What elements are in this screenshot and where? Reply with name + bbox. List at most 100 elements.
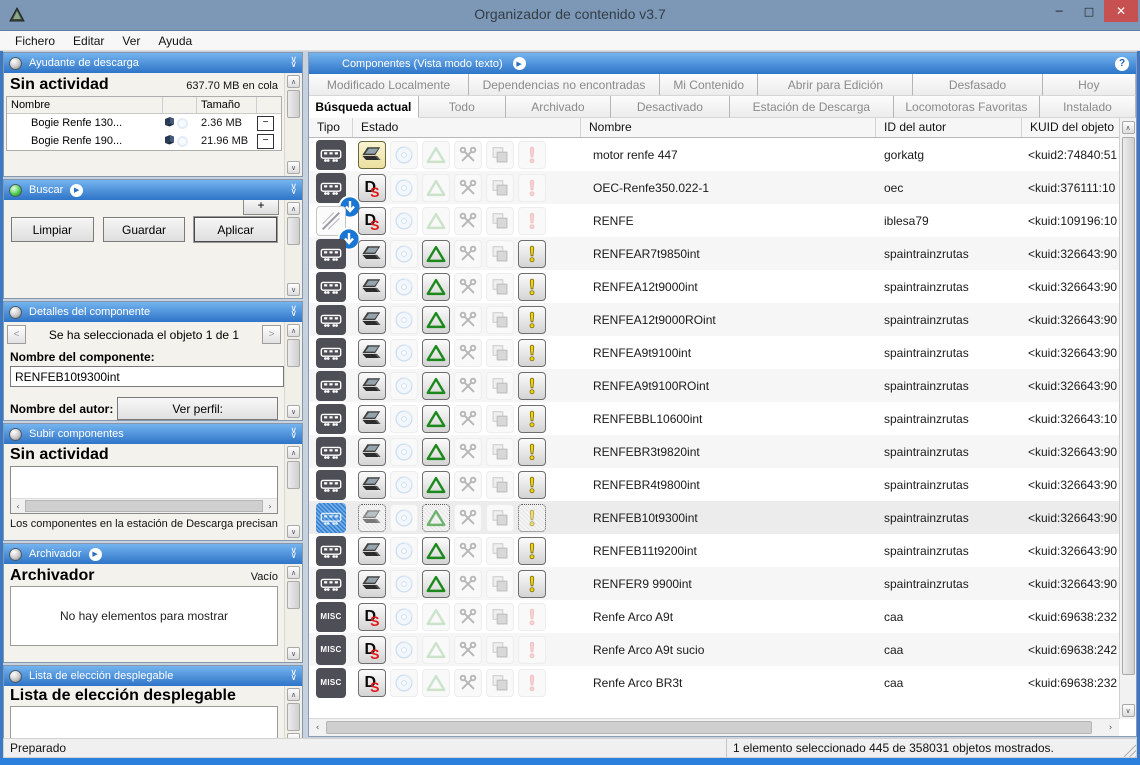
component-name-field[interactable] — [10, 366, 284, 387]
next-object-button[interactable]: > — [262, 325, 281, 344]
panel-dropdown-header[interactable]: Lista de elección desplegable ∨∨ — [4, 666, 302, 686]
view-profile-button[interactable]: Ver perfil: — [117, 397, 278, 420]
search-scrollbar[interactable]: ∧ ∨ — [284, 200, 302, 298]
table-row[interactable]: RENFEB11t9200intspaintrainzrutas<kuid:32… — [309, 534, 1136, 567]
tab-instalado[interactable]: Instalado — [1040, 96, 1136, 118]
scroll-up-icon[interactable]: ∧ — [287, 202, 300, 215]
prev-object-button[interactable]: < — [7, 325, 26, 344]
scroll-down-icon[interactable]: ∨ — [287, 405, 300, 418]
remove-download-button[interactable]: − — [257, 116, 274, 131]
close-button[interactable]: ✕ — [1104, 0, 1138, 22]
maximize-button[interactable]: □ — [1074, 0, 1104, 22]
scroll-thumb[interactable] — [25, 500, 263, 512]
table-row[interactable]: motor renfe 447gorkatg<kuid2:74840:51 — [309, 138, 1136, 171]
table-row[interactable]: DSRENFEiblesa79<kuid:109196:10 — [309, 204, 1136, 237]
scroll-thumb[interactable] — [287, 703, 300, 731]
table-row[interactable]: MISCDSRenfe Arco A9t suciocaa<kuid:69638… — [309, 633, 1136, 666]
tab-desfasado[interactable]: Desfasado — [913, 74, 1042, 96]
details-scrollbar[interactable]: ∧ ∨ — [284, 322, 302, 420]
download-col-size[interactable]: Tamaño — [197, 97, 257, 113]
download-item[interactable]: Bogie Renfe 130...2.36 MB− — [7, 114, 281, 132]
download-scrollbar[interactable]: ∧ ∨ — [284, 73, 302, 176]
tab-mi-contenido[interactable]: Mi Contenido — [660, 74, 759, 96]
table-row[interactable]: RENFEA12t9000ROintspaintrainzrutas<kuid:… — [309, 303, 1136, 336]
scroll-down-icon[interactable]: ∨ — [287, 161, 300, 174]
scroll-thumb[interactable] — [287, 90, 300, 118]
play-icon[interactable]: ▶ — [513, 57, 526, 70]
table-row[interactable]: RENFEBBL10600intspaintrainzrutas<kuid:32… — [309, 402, 1136, 435]
collapse-icon[interactable]: ∨∨ — [290, 549, 297, 559]
menu-item-fichero[interactable]: Fichero — [6, 32, 64, 50]
scroll-thumb[interactable] — [1122, 137, 1135, 675]
table-row[interactable]: RENFEAR7t9850intspaintrainzrutas<kuid:32… — [309, 237, 1136, 270]
panel-archiver-header[interactable]: Archivador ▶ ∨∨ — [4, 544, 302, 564]
collapse-icon[interactable]: ∨∨ — [290, 185, 297, 195]
scroll-left-icon[interactable]: ‹ — [11, 502, 25, 511]
menu-item-ver[interactable]: Ver — [113, 32, 149, 50]
remove-download-button[interactable]: − — [257, 134, 274, 149]
scroll-up-icon[interactable]: ∧ — [287, 688, 300, 701]
table-row[interactable]: DSOEC-Renfe350.022-1oec<kuid:376111:10 — [309, 171, 1136, 204]
table-hscrollbar[interactable]: ‹ › — [309, 718, 1136, 736]
upload-hscrollbar[interactable]: ‹ › — [11, 498, 277, 513]
tab-archivado[interactable]: Archivado — [506, 96, 611, 118]
guardar-button[interactable]: Guardar — [103, 217, 186, 242]
menu-item-editar[interactable]: Editar — [64, 32, 113, 50]
table-row[interactable]: MISCDSRenfe Arco A9tcaa<kuid:69638:232 — [309, 600, 1136, 633]
collapse-icon[interactable]: ∨∨ — [290, 58, 297, 68]
table-row[interactable]: RENFEB10t9300intspaintrainzrutas<kuid:32… — [309, 501, 1136, 534]
table-row[interactable]: RENFEA9t9100intspaintrainzrutas<kuid:326… — [309, 336, 1136, 369]
scroll-thumb[interactable] — [287, 339, 300, 367]
collapse-icon[interactable]: ∨∨ — [290, 429, 297, 439]
aplicar-button[interactable]: Aplicar — [194, 217, 277, 242]
scroll-up-icon[interactable]: ∧ — [287, 324, 300, 337]
column-header-tipo[interactable]: Tipo — [309, 118, 353, 137]
column-header-id-del-autor[interactable]: ID del autor — [876, 118, 1022, 137]
tab-todo[interactable]: Todo — [419, 96, 506, 118]
tab-locomotoras-favoritas[interactable]: Locomotoras Favoritas — [894, 96, 1040, 118]
scroll-left-icon[interactable]: ‹ — [309, 723, 326, 733]
tab-estación-de-descarga[interactable]: Estación de Descarga — [730, 96, 894, 118]
play-icon[interactable]: ▶ — [89, 548, 102, 561]
scroll-thumb[interactable] — [326, 721, 1092, 734]
table-row[interactable]: RENFEA9t9100ROintspaintrainzrutas<kuid:3… — [309, 369, 1136, 402]
scroll-thumb[interactable] — [287, 461, 300, 489]
table-vscrollbar[interactable]: ∧ ∨ — [1119, 118, 1136, 719]
menu-item-ayuda[interactable]: Ayuda — [149, 32, 201, 50]
table-row[interactable]: RENFEBR4t9800intspaintrainzrutas<kuid:32… — [309, 468, 1136, 501]
tab-búsqueda-actual[interactable]: Búsqueda actual — [309, 96, 419, 118]
scroll-thumb[interactable] — [287, 217, 300, 245]
column-header-estado[interactable]: Estado — [353, 118, 581, 137]
resize-grip-icon[interactable] — [1123, 744, 1136, 757]
tab-desactivado[interactable]: Desactivado — [611, 96, 730, 118]
tab-dependencias-no-encontradas[interactable]: Dependencias no encontradas — [469, 74, 660, 96]
dropdown-box[interactable] — [10, 706, 278, 740]
scroll-down-icon[interactable]: ∨ — [287, 525, 300, 538]
tab-abrir-para-edición[interactable]: Abrir para Edición — [758, 74, 913, 96]
add-filter-button[interactable]: + — [243, 200, 279, 215]
scroll-up-icon[interactable]: ∧ — [1122, 121, 1135, 134]
scroll-up-icon[interactable]: ∧ — [287, 75, 300, 88]
archiver-scrollbar[interactable]: ∧ ∨ — [284, 564, 302, 662]
upload-scrollbar[interactable]: ∧ ∨ — [284, 444, 302, 540]
tab-modificado-localmente[interactable]: Modificado Localmente — [309, 74, 469, 96]
download-col-name[interactable]: Nombre — [7, 97, 163, 113]
scroll-down-icon[interactable]: ∨ — [287, 283, 300, 296]
table-row[interactable]: RENFEBR3t9820intspaintrainzrutas<kuid:32… — [309, 435, 1136, 468]
scroll-down-icon[interactable]: ∨ — [287, 647, 300, 660]
minimize-button[interactable]: ─ — [1044, 0, 1074, 22]
panel-upload-header[interactable]: Subir componentes ∨∨ — [4, 424, 302, 444]
panel-download-helper-header[interactable]: Ayudante de descarga ∨∨ — [4, 53, 302, 73]
tab-hoy[interactable]: Hoy — [1043, 74, 1136, 96]
column-header-nombre[interactable]: Nombre — [581, 118, 876, 137]
table-row[interactable]: RENFER9 9900intspaintrainzrutas<kuid:326… — [309, 567, 1136, 600]
scroll-thumb[interactable] — [287, 581, 300, 609]
scroll-down-icon[interactable]: ∨ — [1122, 704, 1135, 717]
download-item[interactable]: Bogie Renfe 190...21.96 MB− — [7, 132, 281, 150]
play-icon[interactable]: ▶ — [70, 184, 83, 197]
scroll-up-icon[interactable]: ∧ — [287, 566, 300, 579]
scroll-right-icon[interactable]: › — [1102, 723, 1119, 733]
panel-details-header[interactable]: Detalles del componente ∨∨ — [4, 302, 302, 322]
table-row[interactable]: RENFEA12t9000intspaintrainzrutas<kuid:32… — [309, 270, 1136, 303]
collapse-icon[interactable]: ∨∨ — [290, 307, 297, 317]
